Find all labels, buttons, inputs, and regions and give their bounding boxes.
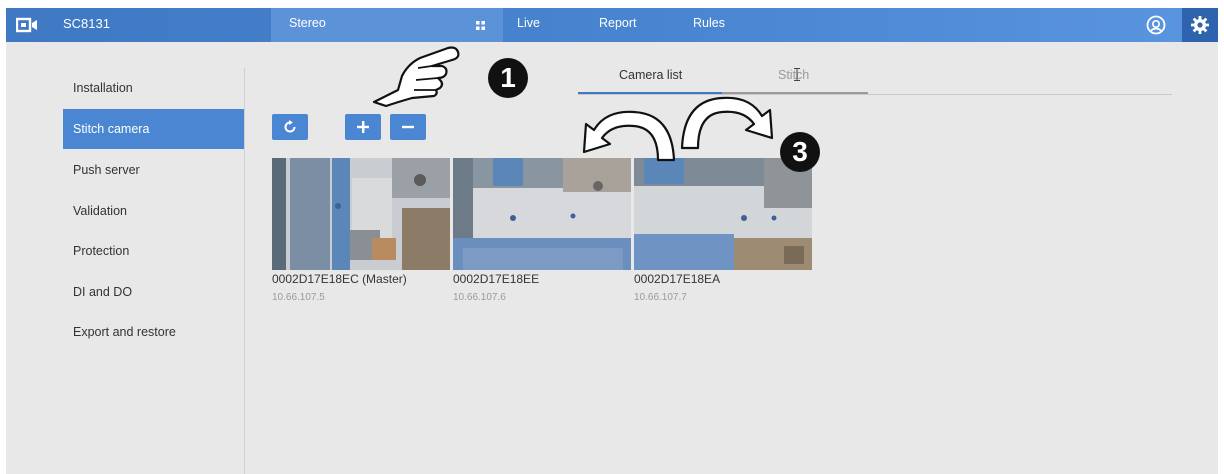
sidebar-item-export-restore[interactable]: Export and restore	[63, 312, 245, 352]
tab-camera-list[interactable]: Camera list	[619, 68, 682, 82]
model-name: SC8131	[63, 16, 110, 31]
step-1-badge: 1	[488, 58, 528, 98]
camera-thumbnail-3[interactable]	[634, 158, 812, 270]
camera-ip-1: 10.66.107.5	[272, 292, 325, 303]
nav-report[interactable]: Report	[599, 16, 637, 30]
refresh-button[interactable]	[272, 114, 308, 140]
camera-name-2: 0002D17E18EE	[453, 272, 540, 286]
curved-arrow-left-icon	[582, 110, 676, 162]
user-icon[interactable]	[1146, 15, 1166, 35]
remove-camera-button[interactable]	[390, 114, 426, 140]
camera-name-3: 0002D17E18EA	[634, 272, 721, 286]
sidebar-item-di-do[interactable]: DI and DO	[63, 272, 245, 312]
tabs-divider	[578, 94, 1172, 95]
gear-icon	[1191, 16, 1209, 34]
sidebar-item-validation[interactable]: Validation	[63, 191, 245, 231]
sidebar-item-push-server[interactable]: Push server	[63, 150, 245, 190]
minus-icon	[402, 125, 414, 129]
camera-ip-3: 10.66.107.7	[634, 292, 687, 303]
logo-icon	[16, 17, 37, 33]
sidebar-divider	[244, 68, 245, 474]
sidebar-item-installation[interactable]: Installation	[63, 68, 245, 108]
text-cursor-icon	[794, 68, 800, 81]
sidebar-item-stitch-camera[interactable]: Stitch camera	[63, 109, 245, 149]
camera-ip-2: 10.66.107.6	[453, 292, 506, 303]
plus-icon	[357, 121, 369, 133]
nav-rules[interactable]: Rules	[693, 16, 725, 30]
curved-arrow-right-icon	[680, 96, 774, 150]
add-camera-button[interactable]	[345, 114, 381, 140]
step-3-badge: 3	[780, 132, 820, 172]
settings-button[interactable]	[1182, 8, 1218, 42]
refresh-icon	[284, 120, 296, 133]
grid-icon[interactable]	[476, 21, 485, 30]
camera-thumbnail-1[interactable]	[272, 158, 450, 270]
nav-stereo-label[interactable]: Stereo	[289, 16, 326, 30]
camera-thumbnail-2[interactable]	[453, 158, 631, 270]
camera-name-1: 0002D17E18EC (Master)	[272, 272, 407, 286]
pointing-hand-icon	[372, 46, 460, 108]
top-bar: SC8131 Stereo Live Report Rules	[6, 8, 1218, 42]
nav-live[interactable]: Live	[517, 16, 540, 30]
app-frame: SC8131 Stereo Live Report Rules Installa…	[6, 8, 1218, 474]
sidebar-item-protection[interactable]: Protection	[63, 231, 245, 271]
